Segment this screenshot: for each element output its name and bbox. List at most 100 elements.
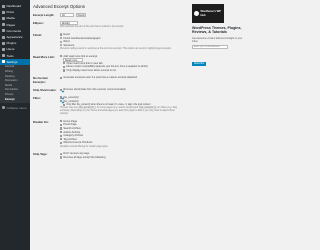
checkbox-icon: [60, 55, 63, 58]
subscribe-button[interactable]: Subscribe: [192, 61, 207, 66]
radio-icon: [60, 40, 63, 43]
option-label: the_content(): [63, 99, 79, 103]
option-label: Search Archive: [63, 127, 81, 131]
checkbox-icon: [63, 65, 66, 69]
widget-text: Get awesome content delivered straight t…: [192, 36, 243, 43]
checkbox-icon: [60, 123, 63, 127]
finish-row: Finish: Exact Finish word/sentence/parag…: [33, 33, 183, 51]
option-label: Only display read more when excerpt is c…: [66, 69, 116, 73]
read-more-only-cut-checkbox[interactable]: Only display read more when excerpt is c…: [60, 69, 183, 73]
read-more-row: Read More Link: Add read more link to ex…: [33, 54, 183, 72]
comment-icon: [2, 29, 5, 33]
media-icon: [2, 16, 5, 20]
option-label: Don't remove any tags: [63, 152, 90, 156]
pin-icon: [2, 10, 5, 14]
radio-icon: [60, 152, 63, 156]
radio-icon: [60, 44, 63, 47]
checkbox-icon: [60, 99, 63, 103]
option-label: the_excerpt(): [63, 95, 79, 99]
checkbox-icon: [60, 127, 63, 130]
checkbox-icon: [60, 96, 63, 99]
option-label: Remove all tags except the following: [63, 155, 106, 159]
dashboard-icon: [2, 4, 5, 8]
finish-description: Prevents cutting a word or sentence at t…: [60, 47, 172, 50]
option-label: Exact: [63, 32, 70, 36]
wphub-logo: Wordfence's WP Hub: [192, 4, 224, 23]
option-label: Ensure custom compatibility (appends you…: [66, 65, 148, 68]
checkbox-icon: [60, 76, 63, 79]
collapse-menu-label: Collapse menu: [6, 105, 27, 110]
ellipsis-row: Ellipsis: &hellip; Will substitute the p…: [33, 20, 183, 29]
filter-desc-code: the_excerpt(): [78, 106, 97, 110]
disable-on-description: Disables excerpt filtering for certain p…: [60, 145, 109, 148]
no-custom-row: No Custom Excerpts: Generate excerpts ev…: [33, 76, 183, 84]
settings-submenu: General Writing Reading Discussion Media…: [0, 64, 30, 103]
sidebar-item-label: Posts: [6, 10, 15, 15]
email-field[interactable]: Enter your email address: [192, 44, 228, 49]
read-more-label: Read More Link:: [33, 54, 55, 59]
plugin-icon: [2, 41, 5, 45]
collapse-icon: [2, 106, 5, 110]
radio-icon: [60, 36, 63, 40]
checkbox-icon: [60, 131, 63, 134]
no-custom-checkbox[interactable]: Generate excerpts even if a post has a c…: [60, 76, 183, 80]
option-label: Open read more link in new tab: [66, 61, 103, 65]
option-label: WooCommerce Products: [63, 141, 93, 145]
option-label: Word: [63, 40, 70, 44]
checkbox-icon: [63, 103, 66, 106]
settings-icon: [2, 60, 5, 64]
disable-on-row: Disable On: Home Page Posts Page Search …: [33, 120, 183, 149]
finish-label: Finish:: [33, 32, 43, 37]
excerpt-length-unit-select[interactable]: Words: [75, 13, 86, 18]
checkbox-icon: [60, 88, 63, 91]
strip-tags-label: Strip Tags:: [33, 152, 48, 157]
widget-heading: WordPress Themes, Plugins, Reviews, & Tu…: [192, 26, 242, 35]
checkbox-icon: [63, 62, 66, 65]
sidebar-item-label: Tools: [6, 53, 14, 58]
page-icon: [2, 23, 5, 27]
sidebar-item-label: Plugins: [6, 41, 17, 46]
strip-tags-except-radio[interactable]: Remove all tags except the following: [60, 156, 183, 160]
option-label: Category Archive: [63, 134, 84, 138]
excerpt-length-label: Excerpt Length:: [33, 13, 55, 18]
no-custom-label: No Custom Excerpts:: [33, 76, 48, 85]
filter-label: Filter:: [33, 95, 41, 100]
page-title: Advanced Excerpt Options: [33, 4, 85, 9]
checkbox-icon: [60, 141, 63, 145]
sidebar-item-label: Media: [6, 16, 15, 21]
strip-shortcodes-checkbox[interactable]: Remove shortcodes from the excerpt. (rec…: [60, 88, 183, 92]
ellipsis-description: Will substitute the part of the post tha…: [60, 26, 124, 29]
brush-icon: [2, 35, 5, 39]
checkbox-icon: [60, 138, 63, 141]
strip-shortcodes-row: Strip Shortcodes: Remove shortcodes from…: [33, 88, 183, 92]
ellipsis-input[interactable]: &hellip;: [60, 20, 78, 26]
sidebar-item-label: Users: [6, 47, 15, 52]
filter-desc-part: Themes may use: [60, 107, 78, 110]
finish-option-sentence[interactable]: Sentence: [60, 43, 183, 47]
logo-mark-icon: [194, 11, 199, 16]
radio-icon: [60, 156, 63, 159]
filter-desc-part: for some pages (e.g. search results) and: [96, 107, 139, 110]
option-label: Sentence: [63, 43, 75, 47]
ellipsis-label: Ellipsis:: [33, 21, 44, 26]
collapse-menu-button[interactable]: Collapse menu: [0, 105, 30, 111]
sidebar-item-label: Settings: [6, 59, 18, 64]
submenu-item-excerpt[interactable]: Excerpt: [0, 98, 30, 103]
checkbox-icon: [60, 134, 63, 137]
disable-woocommerce-checkbox[interactable]: WooCommerce Products: [60, 141, 183, 145]
checkbox-icon: [63, 69, 66, 72]
filter-description: Themes may use the_excerpt() for some pa…: [60, 106, 183, 116]
wrench-icon: [2, 54, 5, 58]
checkbox-icon: [60, 120, 63, 123]
strip-shortcodes-label: Strip Shortcodes:: [33, 88, 57, 93]
filter-desc-code: the_content(): [138, 106, 157, 110]
excerpt-length-input[interactable]: 40: [60, 13, 74, 18]
option-label: Generate excerpts even if a post has a c…: [63, 76, 138, 80]
sidebar-item-label: Dashboard: [6, 4, 22, 9]
sidebar-item-label: Pages: [6, 22, 16, 27]
admin-sidebar: Dashboard Posts Media Pages Comments App…: [0, 0, 30, 250]
option-label: Remove shortcodes from the excerpt. (rec…: [63, 88, 126, 92]
strip-tags-row: Strip Tags: Don't remove any tags Remove…: [33, 152, 183, 159]
logo-text: Wordfence's WP Hub: [200, 10, 221, 17]
sidebar-item-label: Comments: [6, 28, 22, 33]
